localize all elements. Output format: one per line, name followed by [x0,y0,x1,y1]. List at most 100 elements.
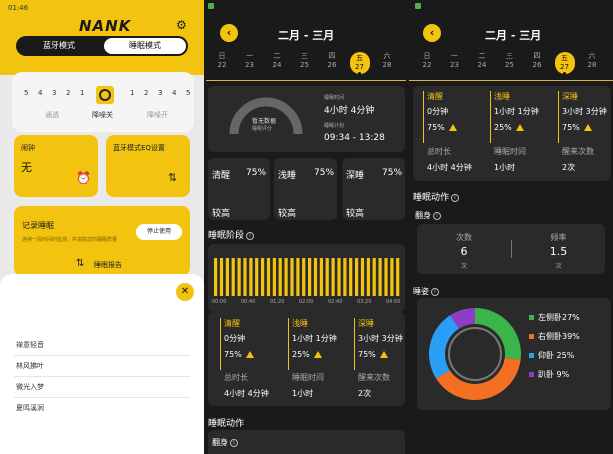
sleep-plan-value: 09:34 - 13:28 [324,133,385,143]
sound-item[interactable]: 微光入梦 [14,377,190,398]
alarm-card[interactable]: 闹钟 无 ⏰ [14,135,98,197]
total-value: 4小时 4分钟 [224,389,269,398]
eq-card[interactable]: 蓝牙模式EQ设置 ⇅ [106,135,190,197]
report-icon: ⇅ [76,258,85,269]
up-triangle-icon [313,351,322,358]
up-triangle-icon [448,124,457,131]
stat-name: 深睡 [358,319,374,328]
alarm-value: 无 [21,161,32,174]
info-icon[interactable]: i [230,438,238,447]
sound-item[interactable]: 林风拂叶 [14,356,190,377]
posture-donut-chart [429,308,521,400]
close-icon[interactable]: ✕ [176,283,194,301]
stop-button[interactable]: 停止使用 [136,224,182,240]
awake-card: 清醒 75% 较高 [208,158,270,220]
legend-swatch [529,334,534,339]
stage-bar [360,258,365,296]
calendar-day[interactable]: 二 24 [472,52,492,70]
calendar-day[interactable]: 一 23 [240,52,260,70]
slider-tick[interactable]: 4 [38,89,42,97]
stage-bar [284,258,288,296]
stage-bar [243,258,247,296]
slider-handle[interactable] [96,86,114,104]
tab-sleep[interactable]: 睡眠模式 [104,38,186,54]
phone1-screen: 01:46 NANK ⚙ 蓝牙模式 睡眠模式 5 4 3 2 1 1 2 3 4 5 通透 降噪关… [0,0,204,454]
equalizer-icon: ⇅ [168,171,178,184]
stage-bar [372,258,376,296]
slider-tick[interactable]: 2 [144,89,148,97]
phone2-screen: ‹ 二月 - 三月 日 22 一 23 二 24 三 25 四 26 五 27 六 28 暂无数据 睡眠评… [204,0,409,454]
logo: NANK [79,17,132,35]
back-button[interactable]: ‹ [220,24,238,42]
sleep-plan-label: 睡眠计划 [324,123,345,129]
stage-stats-card: 清醒 0分钟 75% 浅睡 1小时 1分钟 25% 深睡 3小时 3分钟 75%… [208,312,405,406]
slider-tick[interactable]: 3 [158,89,162,97]
time-tick: 00:00 [212,299,227,305]
calendar-day[interactable]: 一 23 [445,52,465,70]
slider-tick[interactable]: 3 [52,89,56,97]
calendar-day[interactable]: 五 27 [349,52,370,75]
stat-pct: 75% [224,350,254,359]
slider-tick[interactable]: 4 [172,89,176,97]
calendar-divider [206,80,406,81]
label-anc-on: 降噪开 [147,111,168,119]
info-icon[interactable]: i [433,211,441,220]
total-label: 总时长 [427,147,451,156]
calendar-day[interactable]: 日 22 [212,52,232,70]
stage-bar [319,258,323,296]
total-value: 1小时 [494,163,516,172]
stage-bar [302,258,306,296]
info-icon[interactable]: i [451,193,460,202]
turn-freq-value: 1.5 [549,245,568,258]
posture-legend: 左侧卧27% 右侧卧39% 仰卧 25% 趴卧 9% [529,312,609,388]
stage-bar [325,258,329,296]
time-tick: 03:20 [357,299,372,305]
calendar-day[interactable]: 六 28 [377,52,397,70]
calendar-day[interactable]: 六 28 [582,52,602,70]
pie-slice-左侧卧 [475,308,521,360]
record-desc: 连续一段时间的监测，并追踪您的睡眠质量 [22,237,118,243]
report-label[interactable]: 睡眠报告 [94,260,122,270]
calendar-day[interactable]: 日 22 [417,52,437,70]
action-title: 睡眠动作 [208,419,245,429]
calendar-day[interactable]: 三 25 [500,52,520,70]
slider-tick[interactable]: 1 [130,89,134,97]
total-label: 总时长 [224,373,248,382]
posture-title: 睡姿 i [413,286,439,297]
info-icon[interactable]: i [246,231,255,240]
legend-item: 趴卧 9% [529,369,609,388]
calendar-day[interactable]: 五 27 [554,52,575,75]
stage-bar [349,258,353,296]
back-button[interactable]: ‹ [423,24,441,42]
legend-swatch [529,353,534,358]
sound-item[interactable]: 夏鸣溪涧 [14,398,190,419]
donut-inner-ring [448,327,502,381]
total-value: 1小时 [292,389,314,398]
slider-tick[interactable]: 2 [66,89,70,97]
anc-slider-card: 5 4 3 2 1 1 2 3 4 5 通透 降噪关 降噪开 [12,72,194,132]
week-calendar: 日 22 一 23 二 24 三 25 四 26 五 27 六 28 [212,52,404,80]
calendar-day[interactable]: 二 24 [267,52,287,70]
calendar-day[interactable]: 四 26 [527,52,547,70]
total-label: 睡眠时间 [292,373,324,382]
card-pct: 75% [246,168,267,178]
gear-icon[interactable]: ⚙ [176,18,187,32]
card-pct: 75% [382,168,403,178]
slider-tick[interactable]: 5 [24,89,28,97]
total-label: 睡眠时间 [494,147,526,156]
stat-duration: 1小时 1分钟 [494,107,539,116]
slider-tick[interactable]: 5 [186,89,190,97]
sound-item[interactable]: 禅意轻音 [14,335,190,356]
turn-title: 翻身 i [415,210,441,221]
turn-count-unit: 次 [460,263,467,270]
calendar-day[interactable]: 三 25 [295,52,315,70]
deep-sleep-card: 深睡 75% 较高 [342,158,405,220]
stat-name: 清醒 [224,319,240,328]
info-icon[interactable]: i [431,287,439,296]
phone3-screen: ‹ 二月 - 三月 日 22 一 23 二 24 三 25 四 26 五 27 六 28 清醒 0分钟 7… [409,0,613,454]
slider-tick[interactable]: 1 [80,89,84,97]
tab-bluetooth[interactable]: 蓝牙模式 [16,36,102,56]
up-triangle-icon [583,124,592,131]
calendar-day[interactable]: 四 26 [322,52,342,70]
stage-bar [378,258,382,296]
